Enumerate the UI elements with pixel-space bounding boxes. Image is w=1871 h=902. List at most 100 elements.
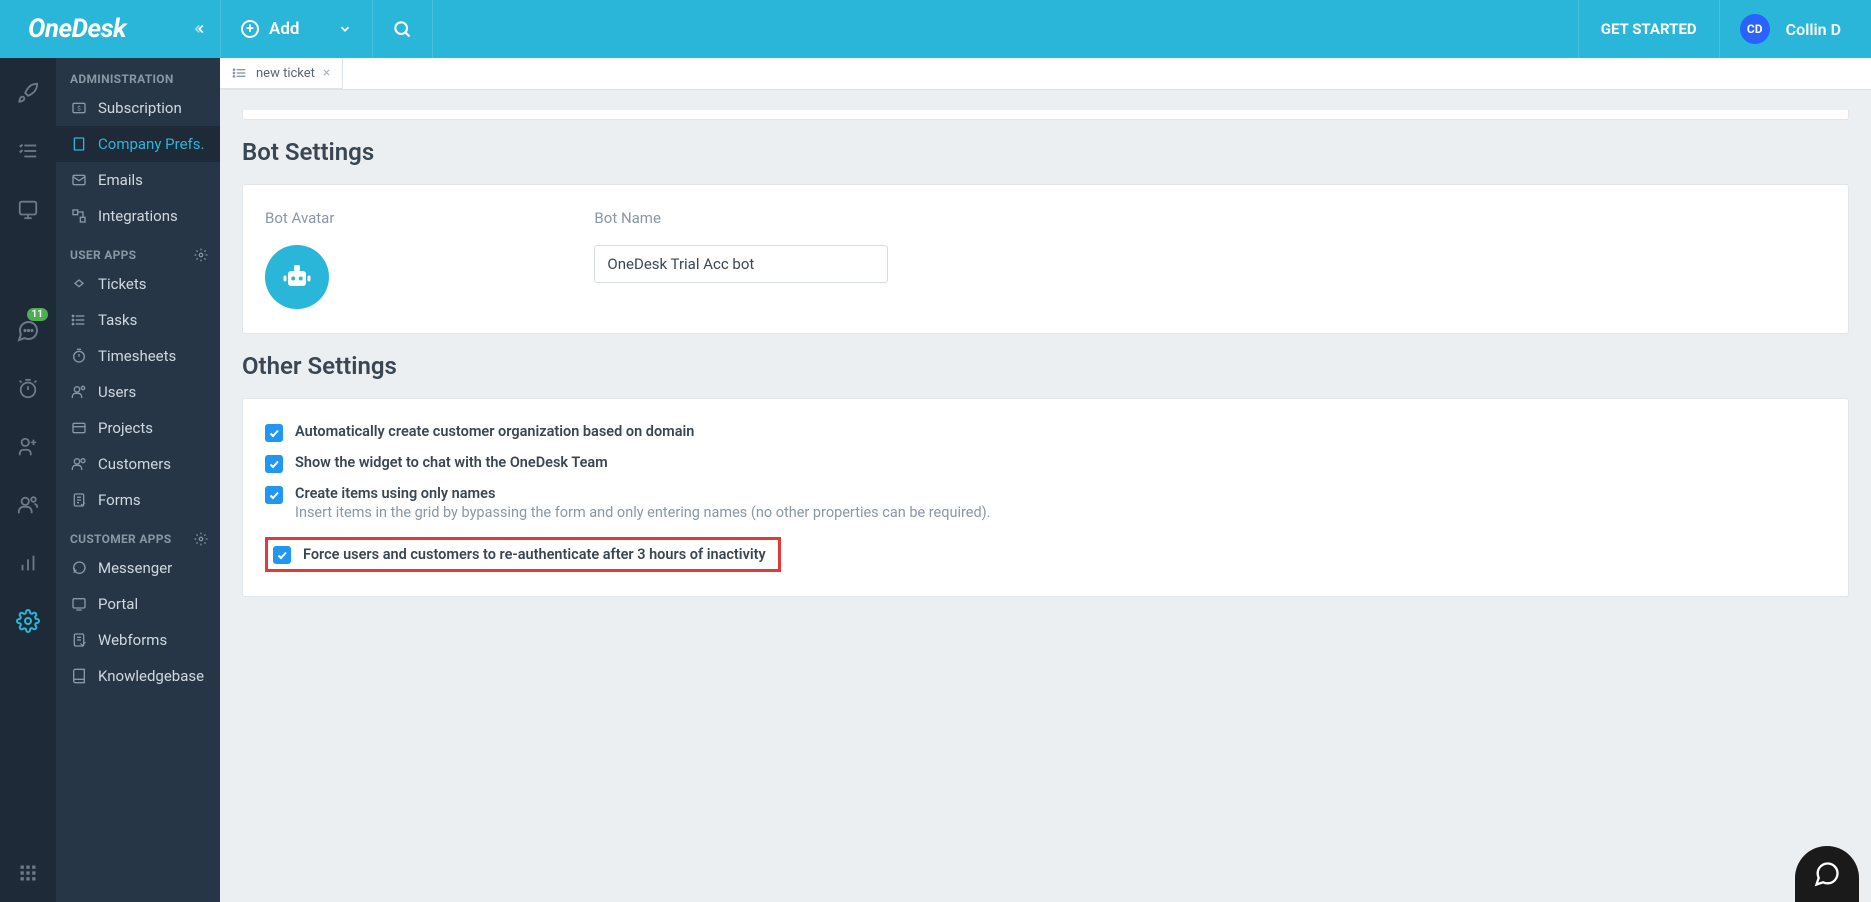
bot-name-input[interactable] [594,245,888,283]
sidebar-item-label: Forms [98,491,141,509]
collapse-sidebar-icon[interactable] [194,22,208,36]
sidebar-item-subscription[interactable]: $ Subscription [56,90,220,126]
sidebar-item-label: Customers [98,455,171,473]
sidebar-item-tasks[interactable]: Tasks [56,302,220,338]
tab-new-ticket[interactable]: new ticket × [220,58,343,89]
search-button[interactable] [373,0,433,58]
add-label: Add [269,19,300,39]
sidebar-item-messenger[interactable]: Messenger [56,550,220,586]
sidebar-item-projects[interactable]: Projects [56,410,220,446]
rail-analytics-icon[interactable] [0,546,56,580]
sidebar-item-company-prefs[interactable]: Company Prefs. [56,126,220,162]
tab-icon [232,65,248,81]
nav-rail: 11 [0,58,56,902]
chat-bubble-button[interactable] [1795,846,1859,902]
sidebar-item-label: Tickets [98,275,147,293]
tasks-icon [70,311,88,329]
tickets-icon [70,275,88,293]
bot-name-label: Bot Name [594,209,888,227]
avatar[interactable]: CD [1740,14,1770,44]
panel-bot-settings: Bot Avatar Bot Name [242,184,1849,334]
forms-icon [70,491,88,509]
sidebar-item-timesheets[interactable]: Timesheets [56,338,220,374]
tab-label: new ticket [256,66,315,81]
close-icon[interactable]: × [323,65,330,81]
emails-icon [70,171,88,189]
sidebar-item-knowledgebase[interactable]: Knowledgebase [56,658,220,694]
section-title-bot-settings: Bot Settings [242,138,1871,166]
setting-row-show-widget: Show the widget to chat with the OneDesk… [265,454,1826,473]
checkbox[interactable] [273,546,291,564]
setting-label: Show the widget to chat with the OneDesk… [295,454,608,471]
setting-sublabel: Insert items in the grid by bypassing th… [295,504,991,521]
sidebar-item-emails[interactable]: Emails [56,162,220,198]
users-icon [70,383,88,401]
gear-icon[interactable] [194,248,208,262]
portal-icon [70,595,88,613]
add-button[interactable]: + Add [220,0,373,58]
sidebar: ADMINISTRATION $ Subscription Company Pr… [56,58,220,902]
rail-projects-icon[interactable] [0,192,56,226]
sidebar-section-customer-apps: CUSTOMER APPS [56,518,220,550]
logo[interactable]: OneDesk [0,0,220,58]
sidebar-item-label: Users [98,383,136,401]
svg-text:$: $ [77,105,81,113]
rail-customers-icon[interactable] [0,488,56,522]
rail-settings-icon[interactable] [0,604,56,638]
customers-icon [70,455,88,473]
rail-getting-started-icon[interactable] [0,76,56,110]
checkbox[interactable] [265,486,283,504]
setting-row-auto-create-org: Automatically create customer organizati… [265,423,1826,442]
topbar: OneDesk + Add GET STARTED CD Collin D [0,0,1871,58]
logo-text: OneDesk [28,14,126,44]
setting-label: Create items using only names [295,485,991,502]
webforms-icon [70,631,88,649]
sidebar-item-forms[interactable]: Forms [56,482,220,518]
bot-avatar[interactable] [265,245,329,309]
get-started-button[interactable]: GET STARTED [1578,0,1720,58]
setting-label: Force users and customers to re-authenti… [303,546,766,563]
checkbox[interactable] [265,424,283,442]
rail-apps-icon[interactable] [0,856,56,890]
rail-billing-icon[interactable] [0,430,56,464]
sidebar-item-portal[interactable]: Portal [56,586,220,622]
rail-timer-icon[interactable] [0,372,56,406]
panel-sliver [242,110,1849,120]
main-content: new ticket × Bot Settings Bot Avatar Bot… [220,58,1871,902]
setting-row-create-items-names: Create items using only names Insert ite… [265,485,1826,521]
plus-icon: + [241,20,259,38]
sidebar-item-label: Knowledgebase [98,667,204,685]
sidebar-item-label: Emails [98,171,143,189]
sidebar-section-user-apps: USER APPS [56,234,220,266]
section-title-other-settings: Other Settings [242,352,1871,380]
chevron-down-icon [338,22,352,36]
sidebar-item-customers[interactable]: Customers [56,446,220,482]
rail-badge: 11 [27,308,48,321]
sidebar-item-label: Webforms [98,631,167,649]
timesheets-icon [70,347,88,365]
rail-tasks-icon[interactable] [0,134,56,168]
sidebar-item-label: Company Prefs. [98,135,204,153]
company-prefs-icon [70,135,88,153]
highlighted-setting: Force users and customers to re-authenti… [265,537,781,572]
sidebar-item-users[interactable]: Users [56,374,220,410]
sidebar-item-webforms[interactable]: Webforms [56,622,220,658]
sidebar-item-label: Timesheets [98,347,176,365]
sidebar-section-administration: ADMINISTRATION [56,58,220,90]
sidebar-item-tickets[interactable]: Tickets [56,266,220,302]
bot-avatar-label: Bot Avatar [265,209,334,227]
messenger-icon [70,559,88,577]
subscription-icon: $ [70,99,88,117]
username[interactable]: Collin D [1786,20,1871,39]
sidebar-item-label: Projects [98,419,153,437]
projects-icon [70,419,88,437]
checkbox[interactable] [265,455,283,473]
rail-messenger-icon[interactable]: 11 [0,314,56,348]
setting-label: Automatically create customer organizati… [295,423,694,440]
sidebar-item-label: Integrations [98,207,178,225]
sidebar-item-integrations[interactable]: Integrations [56,198,220,234]
sidebar-item-label: Portal [98,595,138,613]
gear-icon[interactable] [194,532,208,546]
tabstrip: new ticket × [220,58,1871,90]
integrations-icon [70,207,88,225]
